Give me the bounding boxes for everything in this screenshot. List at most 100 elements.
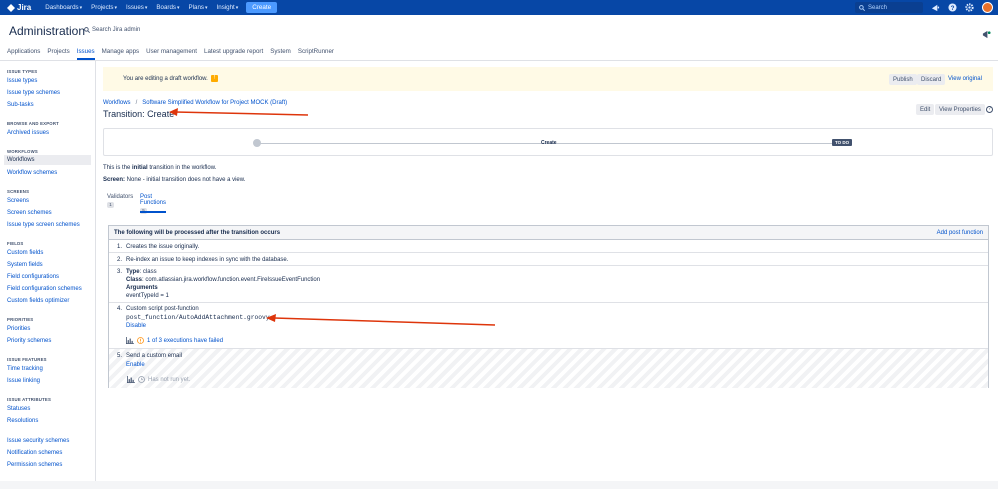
notifications-icon[interactable] [930,2,941,13]
sidebar-item-notification-schemes[interactable]: Notification schemes [7,450,62,456]
help-icon[interactable]: ? [947,2,958,13]
sidebar-item-issue-types[interactable]: Issue types [7,78,37,84]
row-number: 4. [117,306,123,312]
transition-info: This is the initial transition in the wo… [103,165,216,171]
nav-dashboards[interactable]: Dashboards ▾ [45,4,82,11]
nav-label: Dashboards [45,4,79,11]
type-value: : class [139,269,157,275]
class-label: Class [126,277,143,283]
sidebar-item-workflow-schemes[interactable]: Workflow schemes [7,170,57,176]
screen-info: Screen: None - initial transition does n… [103,177,245,183]
warning-icon [137,337,144,344]
sidebar-item-permission-schemes[interactable]: Permission schemes [7,462,62,468]
search-placeholder: Search [868,4,888,11]
breadcrumb-workflows[interactable]: Workflows [103,100,131,106]
sidebar-item-field-configuration-schemes[interactable]: Field configuration schemes [7,286,82,292]
search-input[interactable]: Search [855,2,923,13]
tab-label: Post Functions [140,194,167,206]
post-functions-header: The following will be processed after th… [109,226,988,240]
divider [0,60,998,61]
nav-projects[interactable]: Projects ▾ [91,4,117,11]
tab-scriptrunner[interactable]: ScriptRunner [298,46,334,60]
sidebar-item-issue-security-schemes[interactable]: Issue security schemes [7,438,69,444]
nav-plans[interactable]: Plans ▾ [189,4,208,11]
add-post-function-link[interactable]: Add post function [937,230,983,236]
nav-label: Plans [188,4,205,11]
sidebar-item-priorities[interactable]: Priorities [7,326,30,332]
tab-applications[interactable]: Applications [7,46,40,60]
sidebar-item-screen-schemes[interactable]: Screen schemes [7,210,52,216]
nav-label: Issues [126,4,144,11]
sidebar-item-issue-linking[interactable]: Issue linking [7,378,40,384]
disable-link[interactable]: Disable [126,323,146,329]
view-original-link[interactable]: View original [948,76,982,82]
enable-link[interactable]: Enable [126,362,145,368]
bar-chart-icon [126,337,134,344]
post-function-row: 1. Creates the issue originally. [109,240,988,253]
sidebar-section-title: FIELDS [7,241,24,246]
nav-insight[interactable]: Insight ▾ [217,4,239,11]
sidebar-item-custom-fields-optimizer[interactable]: Custom fields optimizer [7,298,69,304]
tab-validators[interactable]: Validators 1 [107,194,133,208]
row-number: 3. [117,269,123,275]
svg-text:?: ? [951,5,955,12]
sidebar-item-system-fields[interactable]: System fields [7,262,43,268]
post-functions-table: The following will be processed after th… [108,225,989,388]
sidebar-item-time-tracking[interactable]: Time tracking [7,366,43,372]
execution-status[interactable]: 1 of 3 executions have failed [126,337,223,344]
sidebar-item-field-configurations[interactable]: Field configurations [7,274,59,280]
sidebar-item-resolutions[interactable]: Resolutions [7,418,38,424]
sidebar-item-issue-type-schemes[interactable]: Issue type schemes [7,90,60,96]
row-text: Creates the issue originally. [126,244,200,250]
user-avatar[interactable] [982,2,993,13]
tab-latest-upgrade-report[interactable]: Latest upgrade report [204,46,263,60]
tab-issues[interactable]: Issues [76,46,95,60]
sidebar-item-issue-type-screen-schemes[interactable]: Issue type screen schemes [7,222,80,228]
post-function-row: 3. Type: class Class: com.atlassian.jira… [109,266,988,303]
sidebar-item-sub-tasks[interactable]: Sub-tasks [7,102,34,108]
view-properties-button[interactable]: View Properties [935,104,985,115]
sidebar-item-workflows[interactable]: Workflows [4,155,91,165]
script-path: post_function/AutoAddAttachment.groovy [126,314,270,321]
settings-gear-icon[interactable] [964,2,975,13]
sidebar-item-priority-schemes[interactable]: Priority schemes [7,338,51,344]
nav-issues[interactable]: Issues ▾ [126,4,147,11]
page-header-title: Administration [9,24,86,38]
tab-post-functions[interactable]: Post Functions 5 [140,194,166,214]
nav-boards[interactable]: Boards ▾ [156,4,179,11]
chevron-down-icon: ▾ [177,4,180,11]
header-text: The following will be processed after th… [114,230,281,236]
initial-node [253,139,261,147]
tab-label: Validators [107,194,134,200]
sidebar-item-custom-fields[interactable]: Custom fields [7,250,43,256]
edit-button[interactable]: Edit [916,104,935,115]
admin-megaphone-icon[interactable] [982,30,991,39]
sidebar-item-statuses[interactable]: Statuses [7,406,30,412]
banner-text: You are editing a draft workflow. [123,76,208,82]
tab-manage-apps[interactable]: Manage apps [102,46,140,60]
tab-user-management[interactable]: User management [146,46,197,60]
admin-search-link[interactable]: Search Jira admin [84,27,140,33]
footer-bar [0,481,998,489]
create-button[interactable]: Create [246,2,278,13]
sidebar-section-title: ISSUE TYPES [7,69,38,74]
post-function-row: 2. Re-index an issue to keep indexes in … [109,253,988,266]
admin-sidebar: ISSUE TYPES Issue types Issue type schem… [0,61,96,481]
help-icon[interactable]: ? [986,106,993,113]
tab-system[interactable]: System [270,46,291,60]
sidebar-section-title: BROWSE AND EXPORT [7,121,59,126]
chevron-down-icon: ▾ [114,4,117,11]
info-bold: initial [132,165,148,171]
discard-button[interactable]: Discard [917,74,946,85]
sidebar-item-screens[interactable]: Screens [7,198,29,204]
jira-logo[interactable]: Jira [7,3,31,12]
publish-button[interactable]: Publish [889,74,917,85]
row-title: Send a custom email [126,353,183,359]
top-navigation-bar: Jira Dashboards ▾ Projects ▾ Issues ▾ Board… [0,0,998,15]
chevron-down-icon: ▾ [79,4,83,11]
warning-icon: ! [211,75,218,82]
sidebar-item-archived-issues[interactable]: Archived issues [7,130,49,136]
tab-projects[interactable]: Projects [47,46,69,60]
admin-tabs: Applications Projects Issues Manage apps… [0,46,334,60]
count-badge: 5 [140,208,147,214]
